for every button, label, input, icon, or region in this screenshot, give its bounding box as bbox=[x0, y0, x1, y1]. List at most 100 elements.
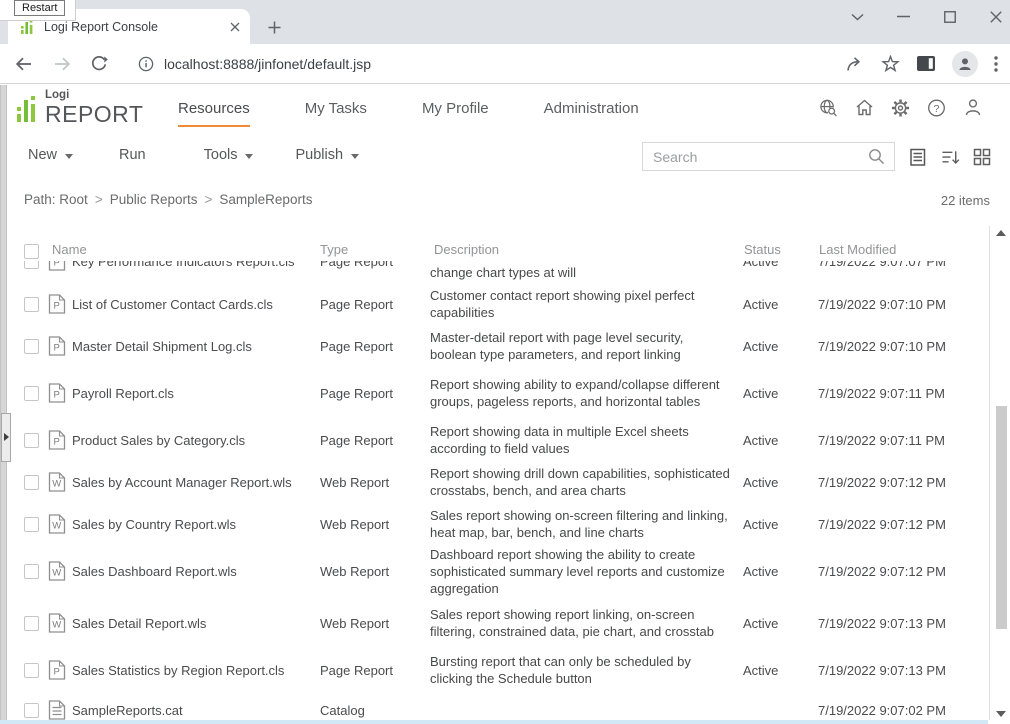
row-description: Sales report showing report linking, on-… bbox=[430, 606, 743, 640]
browser-tab-bar: Logi Report Console bbox=[0, 0, 1010, 44]
table-row[interactable]: W Sales Detail Report.wls Web Report Sal… bbox=[0, 597, 986, 649]
search-input[interactable] bbox=[643, 149, 868, 165]
profile-avatar-icon[interactable] bbox=[952, 51, 978, 77]
column-header-type[interactable]: Type bbox=[320, 242, 348, 257]
row-description: Master-detail report with page level sec… bbox=[430, 329, 743, 363]
gear-icon[interactable] bbox=[891, 98, 910, 117]
toolbar-menu-run[interactable]: Run bbox=[119, 147, 146, 163]
row-checkbox[interactable] bbox=[24, 663, 39, 678]
user-icon[interactable] bbox=[963, 98, 982, 117]
table-row[interactable]: W Sales by Country Report.wls Web Report… bbox=[0, 503, 986, 545]
expand-panel-arrow-icon bbox=[4, 433, 9, 441]
row-checkbox[interactable] bbox=[24, 564, 39, 579]
table-row[interactable]: W Sales by Account Manager Report.wls We… bbox=[0, 461, 986, 503]
row-name[interactable]: List of Customer Contact Cards.cls bbox=[72, 297, 320, 312]
select-all-checkbox[interactable] bbox=[24, 244, 39, 259]
toolbar-menu-new[interactable]: New bbox=[28, 147, 73, 163]
new-tab-button[interactable] bbox=[262, 15, 286, 39]
svg-text:P: P bbox=[54, 390, 60, 401]
home-icon[interactable] bbox=[855, 98, 874, 117]
breadcrumb-separator: > bbox=[198, 192, 220, 207]
row-checkbox[interactable] bbox=[24, 386, 39, 401]
file-icon: P bbox=[48, 383, 72, 403]
address-bar[interactable]: localhost:8888/jinfonet/default.jsp bbox=[124, 56, 845, 72]
breadcrumb-segment-root[interactable]: Root bbox=[59, 192, 88, 207]
close-icon[interactable] bbox=[987, 8, 1004, 25]
nav-tab-my-tasks[interactable]: My Tasks bbox=[305, 100, 367, 123]
toolbar-menu-tools[interactable]: Tools bbox=[204, 147, 254, 163]
tab-close-icon[interactable] bbox=[230, 22, 240, 32]
row-name[interactable]: Sales by Account Manager Report.wls bbox=[72, 475, 320, 490]
row-checkbox[interactable] bbox=[24, 475, 39, 490]
url-text[interactable]: localhost:8888/jinfonet/default.jsp bbox=[164, 56, 371, 72]
row-name[interactable]: Sales Detail Report.wls bbox=[72, 616, 320, 631]
row-checkbox[interactable] bbox=[24, 616, 39, 631]
splitter-handle[interactable] bbox=[1, 413, 11, 462]
column-header-status[interactable]: Status bbox=[744, 242, 781, 257]
breadcrumb-segment-samplereports[interactable]: SampleReports bbox=[219, 192, 312, 207]
sort-icon[interactable] bbox=[941, 148, 960, 167]
row-type: Web Report bbox=[320, 616, 430, 631]
bookmark-star-icon[interactable] bbox=[881, 55, 900, 73]
restart-tooltip: Restart bbox=[14, 0, 65, 16]
maximize-icon[interactable] bbox=[941, 8, 958, 25]
column-header-name[interactable]: Name bbox=[52, 242, 87, 257]
table-row[interactable]: P List of Customer Contact Cards.cls Pag… bbox=[0, 283, 986, 325]
search-icon[interactable] bbox=[868, 148, 885, 165]
table-rows: P Key Performance Indicators Report.cls … bbox=[0, 239, 986, 724]
table-row[interactable]: P Sales Statistics by Region Report.cls … bbox=[0, 649, 986, 691]
table-header: Name Type Description Status Last Modifi… bbox=[0, 235, 986, 261]
row-status: Active bbox=[743, 564, 818, 579]
toolbar-menu-publish[interactable]: Publish bbox=[295, 147, 359, 163]
table-row[interactable]: P Payroll Report.cls Page Report Report … bbox=[0, 367, 986, 419]
chevron-down-icon[interactable] bbox=[849, 8, 866, 25]
side-panel-icon[interactable] bbox=[916, 55, 936, 72]
row-checkbox[interactable] bbox=[24, 433, 39, 448]
svg-text:P: P bbox=[54, 301, 60, 312]
back-icon[interactable] bbox=[14, 55, 34, 73]
column-header-description[interactable]: Description bbox=[434, 242, 499, 257]
row-modified: 7/19/2022 9:07:10 PM bbox=[818, 339, 986, 354]
bottom-scroll-strip bbox=[0, 720, 988, 724]
share-icon[interactable] bbox=[845, 55, 865, 73]
row-name[interactable]: Product Sales by Category.cls bbox=[72, 433, 320, 448]
table-row[interactable]: W Sales Dashboard Report.wls Web Report … bbox=[0, 545, 986, 597]
nav-tab-my-profile[interactable]: My Profile bbox=[422, 100, 489, 123]
row-name[interactable]: Sales Statistics by Region Report.cls bbox=[72, 663, 320, 678]
scrollbar-down-icon[interactable] bbox=[996, 711, 1006, 717]
table-row[interactable]: P Product Sales by Category.cls Page Rep… bbox=[0, 419, 986, 461]
help-icon[interactable]: ? bbox=[927, 98, 946, 117]
row-status: Active bbox=[743, 339, 818, 354]
logo-text-logi: Logi bbox=[45, 90, 143, 102]
menu-dots-icon[interactable] bbox=[994, 56, 998, 72]
forward-icon[interactable] bbox=[52, 55, 72, 73]
nav-tab-administration[interactable]: Administration bbox=[544, 100, 639, 123]
globe-search-icon[interactable] bbox=[819, 98, 838, 117]
detail-view-icon[interactable] bbox=[909, 148, 928, 167]
row-checkbox[interactable] bbox=[24, 297, 39, 312]
minimize-icon[interactable] bbox=[895, 8, 912, 25]
row-name[interactable]: Payroll Report.cls bbox=[72, 386, 320, 401]
column-header-last-modified[interactable]: Last Modified bbox=[819, 242, 896, 257]
row-name[interactable]: Master Detail Shipment Log.cls bbox=[72, 339, 320, 354]
info-icon[interactable] bbox=[138, 56, 154, 72]
scrollbar-up-icon[interactable] bbox=[996, 230, 1006, 236]
row-checkbox[interactable] bbox=[24, 517, 39, 532]
breadcrumb-segment-public-reports[interactable]: Public Reports bbox=[110, 192, 198, 207]
row-checkbox[interactable] bbox=[24, 703, 39, 718]
row-name[interactable]: Sales by Country Report.wls bbox=[72, 517, 320, 532]
row-name[interactable]: SampleReports.cat bbox=[72, 703, 320, 718]
reload-icon[interactable] bbox=[90, 55, 108, 73]
scrollbar-track[interactable] bbox=[989, 226, 990, 720]
command-bar: New Run Tools Publish bbox=[28, 147, 359, 163]
search-box bbox=[642, 142, 895, 171]
svg-text:P: P bbox=[54, 667, 60, 678]
row-checkbox[interactable] bbox=[24, 339, 39, 354]
table-row[interactable]: P Master Detail Shipment Log.cls Page Re… bbox=[0, 325, 986, 367]
nav-tab-resources[interactable]: Resources bbox=[178, 100, 250, 123]
row-type: Page Report bbox=[320, 663, 430, 678]
grid-view-icon[interactable] bbox=[973, 148, 992, 167]
scrollbar-thumb[interactable] bbox=[996, 406, 1007, 629]
row-name[interactable]: Sales Dashboard Report.wls bbox=[72, 564, 320, 579]
left-splitter[interactable] bbox=[0, 85, 7, 724]
